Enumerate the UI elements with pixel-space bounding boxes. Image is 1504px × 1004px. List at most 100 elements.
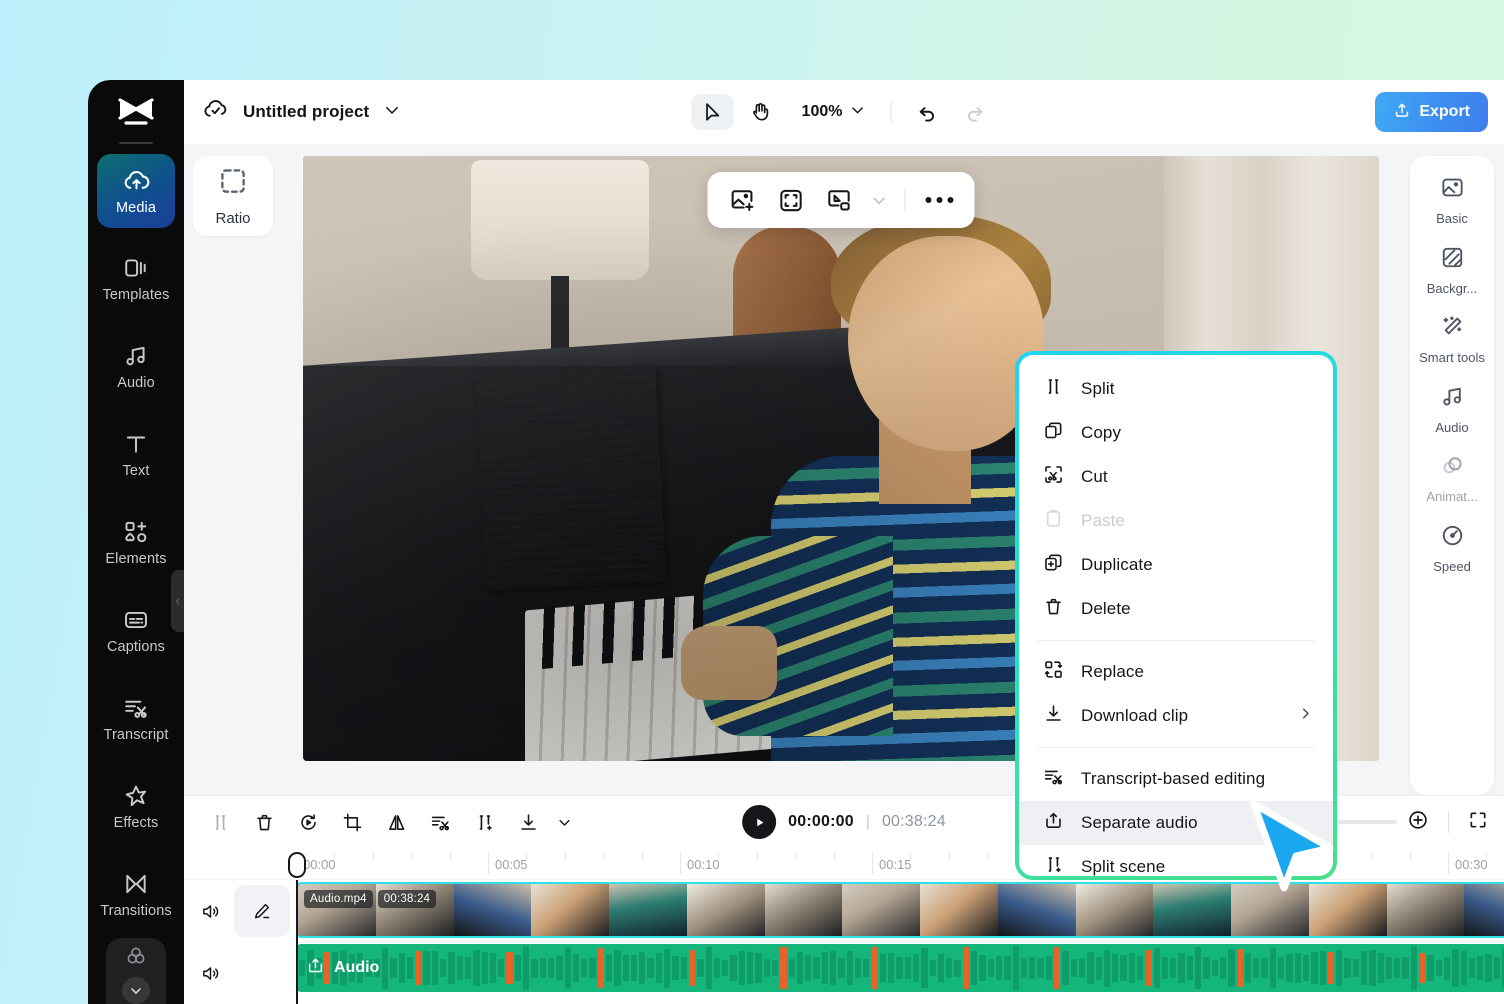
context-menu-item-cut[interactable]: Cut	[1019, 455, 1333, 499]
audio-clip[interactable]: Audio	[296, 944, 1504, 992]
play-button[interactable]	[742, 805, 776, 839]
fit-to-screen-icon[interactable]	[768, 179, 814, 221]
speaker-icon[interactable]	[196, 897, 224, 925]
right-item-speed[interactable]: Speed	[1414, 514, 1490, 584]
ruler-tick-minor	[526, 853, 527, 859]
waveform-bar	[482, 952, 488, 984]
ruler-tick-minor	[411, 853, 412, 859]
transcript-scissors-icon[interactable]	[420, 804, 460, 840]
more-horizontal-icon[interactable]	[917, 179, 963, 221]
waveform-bar	[847, 951, 853, 985]
right-item-smart-tools[interactable]: Smart tools	[1414, 305, 1490, 375]
transcript-scissors-icon	[1043, 766, 1064, 792]
waveform-bar	[789, 959, 795, 977]
context-menu-item-replace[interactable]: Replace	[1019, 650, 1333, 694]
ruler-tick-minor	[373, 853, 374, 859]
context-menu-item-split-scene[interactable]: Split scene	[1019, 845, 1333, 876]
sidebar-item-text[interactable]: Text	[97, 418, 175, 492]
sidebar-expand-chevron-down-icon[interactable]	[122, 977, 150, 1004]
waveform-bar	[465, 957, 471, 978]
context-menu-item-transcript-based-editing[interactable]: Transcript-based editing	[1019, 757, 1333, 801]
waveform-bar	[490, 953, 496, 984]
cut-icon	[1043, 464, 1064, 490]
download-icon[interactable]	[508, 804, 548, 840]
right-item-animation[interactable]: Animat...	[1414, 444, 1490, 514]
sidebar-item-transitions[interactable]: Transitions	[97, 858, 175, 932]
waveform-bar	[1444, 957, 1450, 980]
add-image-icon[interactable]	[720, 179, 766, 221]
waveform-bar	[1021, 958, 1027, 977]
picture-in-picture-icon[interactable]	[816, 179, 862, 221]
waveform-bar	[1402, 957, 1408, 979]
expand-fullscreen-icon[interactable]	[1468, 810, 1488, 835]
captions-icon	[123, 607, 149, 633]
capcut-logo-icon[interactable]	[109, 92, 163, 138]
clip-name-badge: Audio.mp4	[304, 890, 373, 908]
waveform-bar	[1261, 958, 1267, 978]
undo-icon[interactable]	[906, 94, 948, 130]
video-clip[interactable]: Audio.mp4 00:38:24	[296, 882, 1504, 938]
waveform-bar	[1096, 957, 1102, 980]
waveform-bar	[1029, 957, 1035, 980]
delete-icon[interactable]	[244, 804, 284, 840]
speaker-icon[interactable]	[196, 959, 224, 987]
sidebar-item-transcript[interactable]: Transcript	[97, 682, 175, 756]
export-button[interactable]: Export	[1375, 92, 1488, 132]
waveform-bar	[664, 949, 670, 988]
zoom-level-dropdown[interactable]: 100%	[788, 102, 876, 123]
context-menu-item-delete[interactable]: Delete	[1019, 587, 1333, 631]
waveform-bar	[996, 956, 1002, 980]
cloud-check-icon[interactable]	[202, 96, 229, 128]
sidebar-item-captions[interactable]: Captions	[97, 594, 175, 668]
redo-icon[interactable]	[954, 94, 996, 130]
crop-icon[interactable]	[332, 804, 372, 840]
hand-icon[interactable]	[740, 94, 782, 130]
project-chevron-down-icon[interactable]	[383, 101, 401, 124]
context-menu-item-separate-audio[interactable]: Separate audio	[1019, 801, 1333, 845]
sidebar-more-section[interactable]	[106, 938, 166, 1004]
ratio-label: Ratio	[215, 210, 250, 227]
rotate-icon[interactable]	[288, 804, 328, 840]
project-group: Untitled project	[202, 96, 401, 128]
waveform-bar	[1013, 946, 1019, 989]
sidebar-item-media[interactable]: Media	[97, 154, 175, 228]
waveform-bar	[1178, 953, 1184, 982]
plus-circle-icon[interactable]	[1407, 809, 1429, 836]
select-arrow-icon[interactable]	[692, 94, 734, 130]
context-menu-item-duplicate[interactable]: Duplicate	[1019, 543, 1333, 587]
right-item-audio[interactable]: Audio	[1414, 375, 1490, 445]
sidebar-item-elements[interactable]: Elements	[97, 506, 175, 580]
context-menu-item-copy[interactable]: Copy	[1019, 411, 1333, 455]
track-row: Audio.mp4 00:38:24	[184, 880, 1504, 942]
download-chevron-down-icon[interactable]	[552, 804, 576, 840]
sidebar-item-audio[interactable]: Audio	[97, 330, 175, 404]
video-track-body: Audio.mp4 00:38:24	[296, 880, 1504, 942]
sidebar-item-effects[interactable]: Effects	[97, 770, 175, 844]
right-item-background[interactable]: Backgr...	[1414, 236, 1490, 306]
waveform-bar	[1212, 960, 1218, 976]
sidebar-collapse-handle[interactable]	[171, 570, 184, 632]
right-item-basic[interactable]: Basic	[1414, 166, 1490, 236]
ruler-tick-minor	[1410, 853, 1411, 859]
music-note-icon	[123, 343, 149, 369]
ruler-tick-label: 00:00	[303, 857, 336, 872]
context-menu-item-label: Delete	[1081, 599, 1131, 619]
context-menu-item-split[interactable]: Split	[1019, 367, 1333, 411]
pip-options-chevron-down-icon[interactable]	[864, 179, 894, 221]
waveform-bar	[913, 954, 919, 982]
waveform-bar	[780, 947, 786, 990]
waveform-bar	[880, 954, 886, 983]
sidebar-item-label: Transcript	[104, 728, 169, 743]
split-icon[interactable]	[200, 804, 240, 840]
split-scene-icon[interactable]	[464, 804, 504, 840]
waveform-bar	[1137, 956, 1143, 980]
waveform-bar	[614, 950, 620, 986]
context-menu-item-download-clip[interactable]: Download clip	[1019, 694, 1333, 738]
waveform-bar	[623, 955, 629, 981]
ratio-button[interactable]: Ratio	[193, 156, 273, 236]
edit-clip-button[interactable]	[234, 885, 290, 937]
sidebar-item-templates[interactable]: Templates	[97, 242, 175, 316]
export-button-label: Export	[1419, 103, 1470, 121]
waveform-bar	[1120, 955, 1126, 981]
mirror-icon[interactable]	[376, 804, 416, 840]
